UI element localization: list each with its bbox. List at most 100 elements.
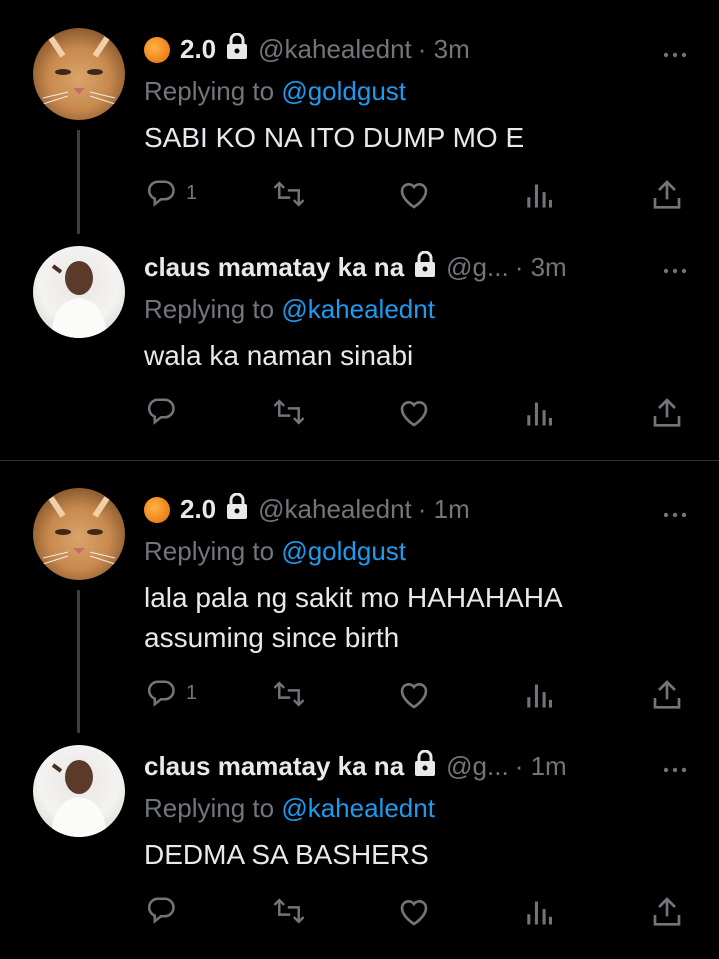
retweet-button[interactable] <box>272 180 306 208</box>
reply-icon <box>147 897 175 924</box>
reply-count: 1 <box>186 181 198 204</box>
replying-prefix: Replying to <box>144 536 282 566</box>
mention-link[interactable]: @kahealednt <box>281 294 435 324</box>
lock-icon <box>414 250 436 284</box>
tweet-header: 2.0 @kahealednt · 3m <box>144 32 470 66</box>
timestamp[interactable]: · 1m <box>515 751 567 782</box>
display-name[interactable]: 2.0 <box>180 34 216 65</box>
reply-button[interactable]: 1 <box>146 678 197 708</box>
lock-icon <box>226 492 248 526</box>
like-button[interactable] <box>398 897 430 927</box>
retweet-button[interactable] <box>272 398 306 426</box>
more-icon[interactable] <box>663 498 687 524</box>
views-icon <box>527 402 552 426</box>
avatar[interactable] <box>33 246 125 338</box>
retweet-button[interactable] <box>272 680 306 708</box>
replying-to: Replying to @kahealednt <box>144 793 435 824</box>
heart-icon <box>400 183 428 209</box>
avatar[interactable] <box>33 488 125 580</box>
display-name[interactable]: claus mamatay ka na <box>144 751 404 782</box>
like-button[interactable] <box>398 180 430 210</box>
lock-icon <box>414 749 436 783</box>
mention-link[interactable]: @kahealednt <box>281 793 435 823</box>
tweet-text: lala pala ng sakit mo HAHAHAHA assuming … <box>144 578 563 658</box>
share-icon <box>653 398 681 427</box>
replying-prefix: Replying to <box>144 76 282 106</box>
tweet-text: SABI KO NA ITO DUMP MO E <box>144 118 524 158</box>
timestamp[interactable]: · 3m <box>515 252 567 283</box>
views-icon <box>527 901 552 925</box>
like-button[interactable] <box>398 398 430 428</box>
tweet[interactable]: 2.0 @kahealednt · 1m Replying to @goldgu… <box>0 461 719 733</box>
handle[interactable]: @g... <box>446 252 509 283</box>
tweet-text: DEDMA SA BASHERS <box>144 835 429 875</box>
mention-link[interactable]: @goldgust <box>281 536 406 566</box>
tweet[interactable]: claus mamatay ka na @g... · 3m Replying … <box>0 230 719 460</box>
action-bar <box>0 893 719 933</box>
avatar[interactable] <box>33 745 125 837</box>
reply-button[interactable] <box>146 396 186 426</box>
action-bar: 1 <box>0 676 719 716</box>
timestamp[interactable]: · 3m <box>418 34 470 65</box>
mention-link[interactable]: @goldgust <box>281 76 406 106</box>
timestamp[interactable]: · 1m <box>418 494 470 525</box>
replying-prefix: Replying to <box>144 294 282 324</box>
retweet-icon <box>273 681 305 707</box>
retweet-icon <box>273 399 305 425</box>
tweet-header: claus mamatay ka na @g... · 1m <box>144 749 567 783</box>
heart-icon <box>400 683 428 709</box>
share-button[interactable] <box>652 678 682 710</box>
more-icon[interactable] <box>663 753 687 779</box>
tweet[interactable]: claus mamatay ka na @g... · 1m Replying … <box>0 731 719 959</box>
tweet-header: 2.0 @kahealednt · 1m <box>144 492 470 526</box>
lock-icon <box>226 32 248 66</box>
reply-icon <box>147 680 175 707</box>
action-bar <box>0 394 719 434</box>
action-bar: 1 <box>0 176 719 216</box>
orange-emoji-icon <box>144 37 170 63</box>
views-button[interactable] <box>526 899 552 927</box>
handle[interactable]: @kahealednt <box>258 34 412 65</box>
views-button[interactable] <box>526 182 552 210</box>
avatar[interactable] <box>33 28 125 120</box>
more-icon[interactable] <box>663 38 687 64</box>
tweet-text-line: DEDMA SA BASHERS <box>144 839 429 870</box>
retweet-icon <box>273 181 305 207</box>
handle[interactable]: @g... <box>446 751 509 782</box>
share-button[interactable] <box>652 895 682 927</box>
retweet-icon <box>273 898 305 924</box>
tweet-header: claus mamatay ka na @g... · 3m <box>144 250 567 284</box>
reply-button[interactable]: 1 <box>146 178 197 208</box>
share-icon <box>653 180 681 209</box>
views-icon <box>527 684 552 708</box>
share-button[interactable] <box>652 396 682 428</box>
reply-button[interactable] <box>146 895 186 925</box>
tweet-text-line: SABI KO NA ITO DUMP MO E <box>144 122 525 153</box>
tweet-text-line: assuming since birth <box>144 622 400 653</box>
display-name[interactable]: 2.0 <box>180 494 216 525</box>
tweet-text-line: wala ka naman sinabi <box>144 340 414 371</box>
replying-to: Replying to @kahealednt <box>144 294 435 325</box>
views-button[interactable] <box>526 682 552 710</box>
replying-to: Replying to @goldgust <box>144 536 406 567</box>
heart-icon <box>400 401 428 427</box>
tweet-text-line: lala pala ng sakit mo HAHAHAHA <box>144 582 563 613</box>
heart-icon <box>400 900 428 926</box>
tweet[interactable]: 2.0 @kahealednt · 3m Replying to @goldgu… <box>0 0 719 234</box>
reply-icon <box>147 398 175 425</box>
orange-emoji-icon <box>144 497 170 523</box>
reply-icon <box>147 180 175 207</box>
handle[interactable]: @kahealednt <box>258 494 412 525</box>
retweet-button[interactable] <box>272 897 306 925</box>
more-icon[interactable] <box>663 254 687 280</box>
share-icon <box>653 680 681 709</box>
replying-prefix: Replying to <box>144 793 282 823</box>
tweet-text: wala ka naman sinabi <box>144 336 413 376</box>
views-button[interactable] <box>526 400 552 428</box>
views-icon <box>527 184 552 208</box>
display-name[interactable]: claus mamatay ka na <box>144 252 404 283</box>
like-button[interactable] <box>398 680 430 710</box>
share-button[interactable] <box>652 178 682 210</box>
share-icon <box>653 897 681 926</box>
replying-to: Replying to @goldgust <box>144 76 406 107</box>
